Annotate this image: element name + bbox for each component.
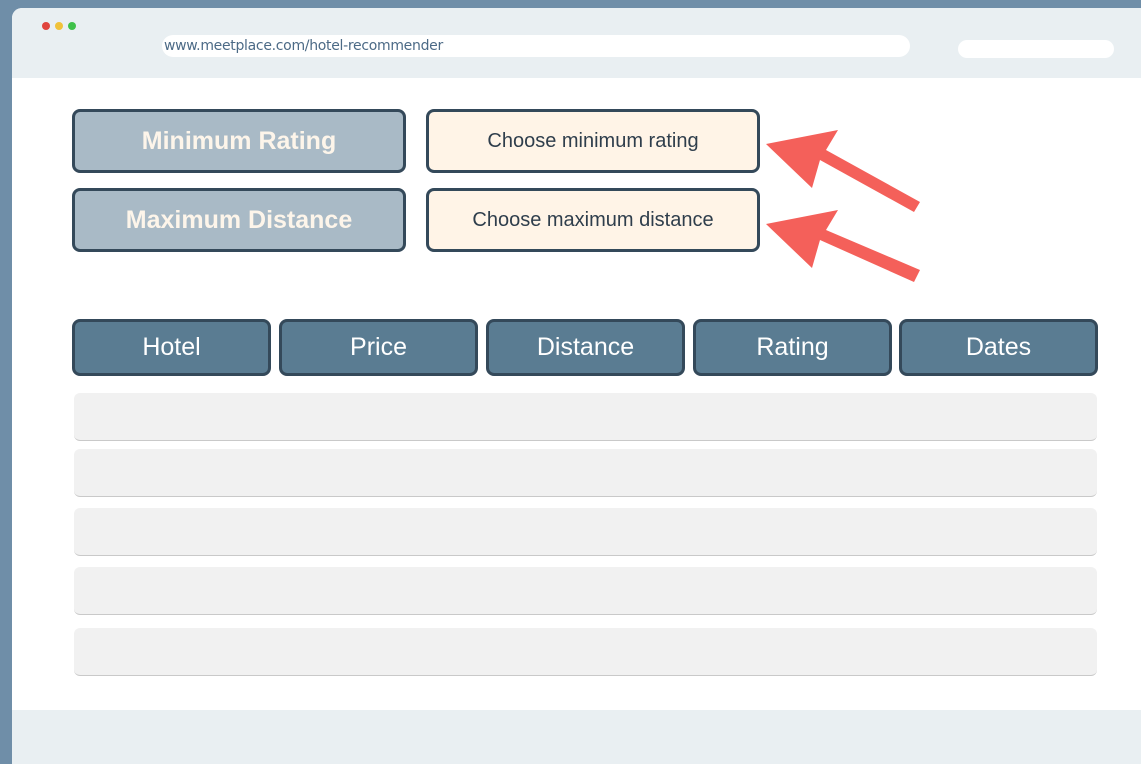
- table-row[interactable]: [74, 393, 1097, 441]
- maximize-dot-icon[interactable]: [68, 22, 76, 30]
- table-row[interactable]: [74, 628, 1097, 676]
- column-header-rating[interactable]: Rating: [693, 319, 892, 376]
- max-distance-select[interactable]: Choose maximum distance: [426, 188, 760, 252]
- close-dot-icon[interactable]: [42, 22, 50, 30]
- url-text: www.meetplace.com/hotel-recommender: [164, 38, 443, 54]
- table-row[interactable]: [74, 508, 1097, 556]
- browser-search-bar[interactable]: [958, 40, 1114, 58]
- column-header-dates[interactable]: Dates: [899, 319, 1098, 376]
- address-bar[interactable]: www.meetplace.com/hotel-recommender: [162, 35, 910, 57]
- column-header-distance[interactable]: Distance: [486, 319, 685, 376]
- browser-window: www.meetplace.com/hotel-recommender Mini…: [12, 8, 1141, 764]
- window-controls: [42, 22, 76, 30]
- column-header-price[interactable]: Price: [279, 319, 478, 376]
- arrow-icon: [766, 130, 920, 212]
- minimize-dot-icon[interactable]: [55, 22, 63, 30]
- browser-footer: [12, 710, 1141, 764]
- min-rating-label: Minimum Rating: [72, 109, 406, 173]
- column-header-hotel[interactable]: Hotel: [72, 319, 271, 376]
- table-row[interactable]: [74, 449, 1097, 497]
- arrow-icon: [766, 210, 920, 282]
- browser-titlebar: www.meetplace.com/hotel-recommender: [12, 8, 1141, 78]
- table-row[interactable]: [74, 567, 1097, 615]
- max-distance-label: Maximum Distance: [72, 188, 406, 252]
- min-rating-select[interactable]: Choose minimum rating: [426, 109, 760, 173]
